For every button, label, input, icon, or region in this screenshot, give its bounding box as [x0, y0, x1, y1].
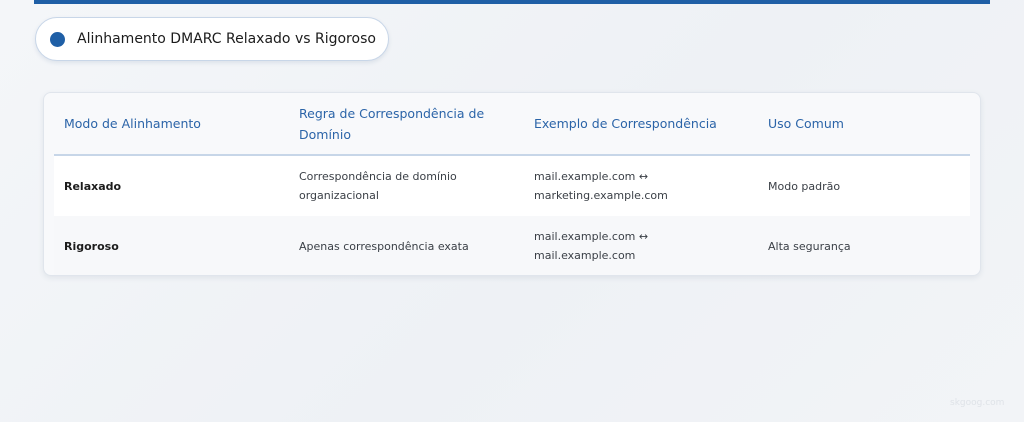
example-line-2: marketing.example.com	[534, 189, 668, 202]
table-header-row: Modo de Alinhamento Regra de Correspondê…	[54, 93, 970, 156]
bullet-dot-icon	[50, 31, 65, 47]
example-cell: mail.example.com ↔ mail.example.com	[534, 216, 754, 275]
rule-cell: Apenas correspondência exata	[299, 239, 469, 253]
column-header-rule: Regra de Correspondência de Domínio	[299, 105, 485, 142]
mode-cell: Rigoroso	[64, 239, 119, 253]
usage-cell: Modo padrão	[768, 179, 841, 193]
page-title: Alinhamento DMARC Relaxado vs Rigoroso	[77, 31, 376, 47]
rule-cell: Correspondência de domínio organizaciona…	[299, 170, 457, 202]
example-line-1: mail.example.com ↔	[534, 230, 649, 243]
title-pill: Alinhamento DMARC Relaxado vs Rigoroso	[35, 17, 389, 61]
column-header-example: Exemplo de Correspondência	[534, 116, 717, 131]
watermark: skgoog.com	[950, 398, 1005, 408]
column-header-mode: Modo de Alinhamento	[64, 116, 201, 131]
usage-cell: Alta segurança	[768, 239, 851, 253]
column-header-usage: Uso Comum	[768, 116, 844, 131]
comparison-table: Modo de Alinhamento Regra de Correspondê…	[43, 92, 981, 276]
top-accent-bar	[34, 0, 990, 4]
table-row: Rigoroso Apenas correspondência exata ma…	[54, 216, 970, 275]
example-line-2: mail.example.com	[534, 249, 636, 262]
mode-cell: Relaxado	[64, 179, 122, 193]
example-line-1: mail.example.com ↔	[534, 170, 649, 183]
table-row: Relaxado Correspondência de domínio orga…	[54, 156, 970, 216]
example-cell: mail.example.com ↔ marketing.example.com	[534, 156, 754, 216]
